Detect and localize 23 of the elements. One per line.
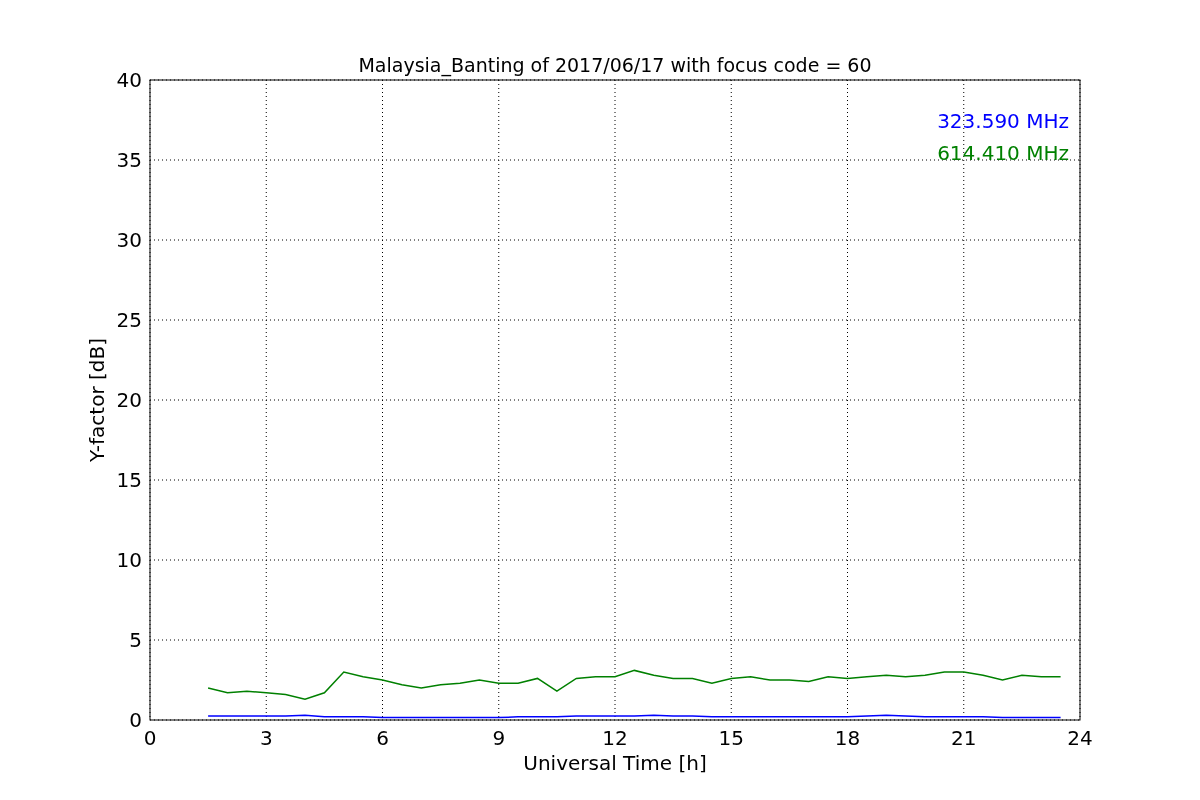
x-tick-label: 3	[259, 726, 273, 750]
y-tick-label: 5	[129, 628, 142, 652]
x-tick-label: 12	[602, 726, 628, 750]
chart-title: Malaysia_Banting of 2017/06/17 with focus code = 60	[358, 54, 872, 76]
x-axis-label: Universal Time [h]	[523, 751, 707, 775]
x-tick-label: 6	[376, 726, 389, 750]
y-tick-label: 0	[129, 708, 142, 732]
legend-label: 323.590 MHz	[937, 109, 1069, 133]
y-tick-label: 15	[116, 468, 142, 492]
y-tick-label: 35	[116, 148, 142, 172]
x-tick-label: 24	[1067, 726, 1093, 750]
y-tick-label: 30	[116, 228, 142, 252]
x-tick-label: 0	[143, 726, 157, 750]
x-tick-label: 21	[951, 726, 977, 750]
y-axis-label: Y-factor [dB]	[85, 338, 109, 462]
y-tick-label: 25	[116, 308, 142, 332]
x-tick-label: 9	[492, 726, 506, 750]
y-tick-label: 20	[116, 388, 142, 412]
x-tick-label: 18	[834, 726, 861, 750]
y-tick-label: 10	[116, 548, 142, 572]
y-tick-label: 40	[116, 68, 142, 92]
legend-label: 614.410 MHz	[937, 141, 1069, 165]
x-tick-label: 15	[718, 726, 744, 750]
